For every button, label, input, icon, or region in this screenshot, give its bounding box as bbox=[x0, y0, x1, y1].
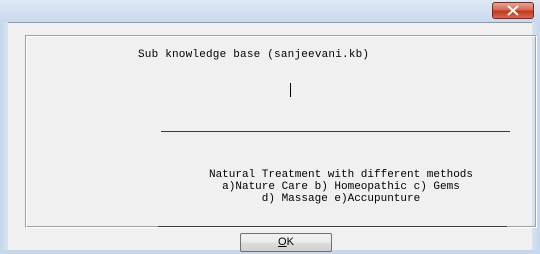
knowledge-base-group: Sub knowledge base (sanjeevani.kb) Natur… bbox=[25, 35, 537, 228]
description-line-3: d) Massage e)Accupunture bbox=[261, 193, 421, 205]
dialog-window: Sub knowledge base (sanjeevani.kb) Natur… bbox=[0, 0, 540, 254]
title-bar[interactable] bbox=[0, 0, 540, 22]
divider-bottom bbox=[158, 226, 507, 227]
ok-mnemonic: O bbox=[278, 236, 287, 248]
divider-top bbox=[161, 131, 510, 132]
dialog-client-area: Sub knowledge base (sanjeevani.kb) Natur… bbox=[8, 22, 537, 250]
window-frame-left bbox=[0, 22, 8, 254]
description-line-1: Natural Treatment with different methods bbox=[208, 169, 474, 181]
ok-button-label: OK bbox=[278, 236, 294, 248]
treatment-description: Natural Treatment with different methods… bbox=[156, 169, 526, 205]
ok-label-rest: K bbox=[286, 236, 294, 248]
ok-button[interactable]: OK bbox=[240, 233, 332, 252]
close-icon bbox=[507, 5, 519, 16]
close-button[interactable] bbox=[492, 2, 534, 19]
text-cursor bbox=[290, 83, 291, 97]
knowledge-base-title: Sub knowledge base (sanjeevani.kb) bbox=[138, 49, 370, 61]
description-line-2: a)Nature Care b) Homeopathic c) Gems bbox=[222, 181, 460, 193]
